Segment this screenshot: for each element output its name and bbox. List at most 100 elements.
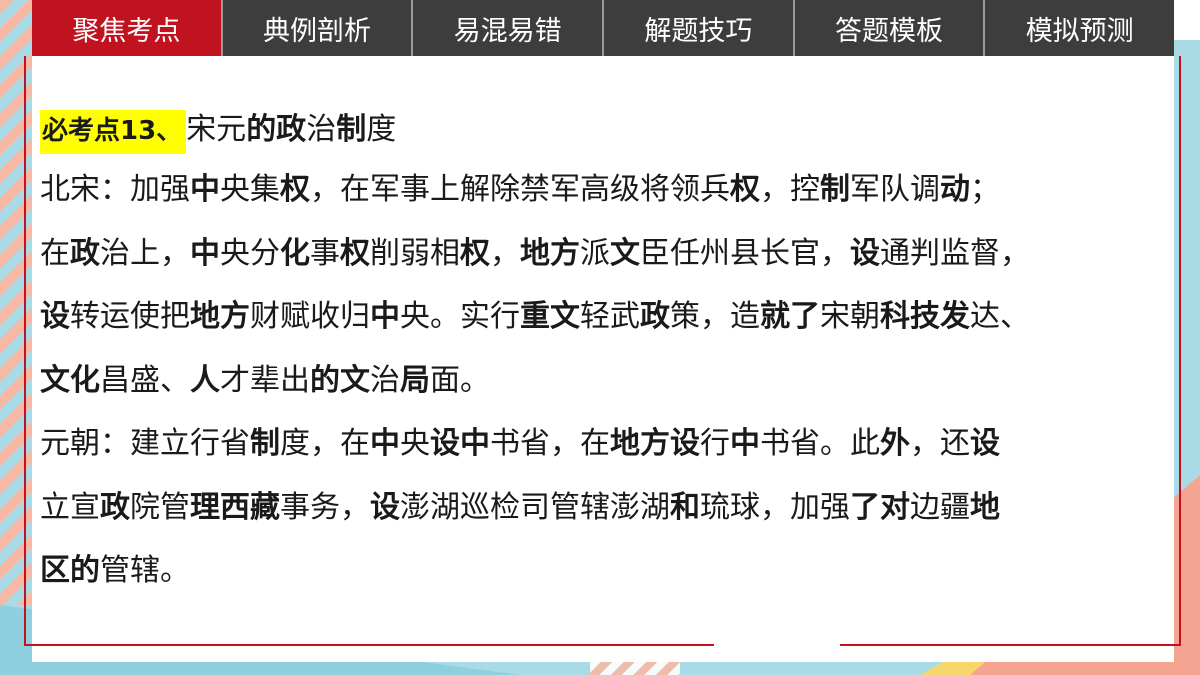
text-run: 财赋收归 (250, 299, 370, 334)
text-run: ，还 (910, 426, 970, 461)
text-run: 治上， (100, 235, 190, 271)
text-run: 中 (190, 172, 220, 207)
text-run: 设 (40, 299, 70, 334)
text-run: 管辖。 (100, 553, 190, 588)
tab-solving-tips[interactable]: 解题技巧 (604, 0, 795, 56)
text-run: 度，在 (280, 426, 370, 461)
text-run: 央分 (220, 235, 280, 271)
text-run: 文化 (40, 362, 100, 398)
text-run: 设中 (430, 426, 490, 461)
text-run: 文 (610, 235, 640, 271)
text-run: ； (970, 172, 1000, 207)
text-run: 院管 (130, 489, 190, 525)
text-run: 中 (370, 299, 400, 334)
text-run: ， (490, 235, 520, 271)
text-run: 澎湖巡检司管辖澎湖 (400, 489, 670, 525)
text-run: 政 (100, 489, 130, 525)
text-run: 地方 (190, 299, 250, 334)
text-run: 中 (370, 426, 400, 461)
text-run: 制 (250, 426, 280, 461)
heading-text: 宋元 (186, 112, 247, 147)
text-run: 政 (640, 299, 670, 334)
paragraph-line: 区的管辖。 (40, 539, 1170, 603)
text-run: 宋朝 (820, 299, 880, 334)
text-run: 在 (40, 235, 70, 271)
text-run: 政 (70, 235, 100, 271)
text-run: 地方 (520, 235, 580, 271)
text-run: 地 (970, 489, 1000, 525)
text-run: 科技发 (880, 299, 970, 334)
text-run: 和 (670, 489, 700, 525)
tab-common-mistakes[interactable]: 易混易错 (413, 0, 605, 56)
text-run: 轻武 (580, 299, 640, 334)
text-run: 权 (280, 172, 310, 207)
text-run: 了对 (850, 489, 910, 525)
paragraph-line: 在政治上，中央分化事权削弱相权，地方派文臣任州县长官，设通判监督， (40, 222, 1170, 286)
text-run: 局 (400, 362, 430, 398)
text-run: 治 (370, 362, 400, 398)
tab-focus-points[interactable]: 聚焦考点 (32, 0, 223, 56)
text-run: 区的 (40, 553, 100, 588)
text-run: 转运使把 (70, 299, 190, 334)
text-run: 事务， (280, 489, 370, 525)
text-run: 央集 (220, 172, 280, 207)
content-body: 必考点13、 宋元的政治制度 北宋：加强中央集权，在军事上解除禁军高级将领兵权，控… (40, 102, 1170, 603)
text-run: 化 (280, 235, 310, 271)
tab-answer-template[interactable]: 答题模板 (795, 0, 986, 56)
text-run: 面。 (430, 362, 490, 398)
text-run: 琉球，加强 (700, 489, 850, 525)
text-run: 央 (400, 426, 430, 461)
text-run: 事 (310, 235, 340, 271)
text-run: 设 (970, 426, 1000, 461)
text-run: 动 (940, 172, 970, 207)
text-run: 书省，在 (490, 426, 610, 461)
text-run: ，控 (760, 172, 820, 207)
text-run: ，在军事上解除禁军高级将领兵 (310, 172, 730, 207)
text-run: 设 (850, 235, 880, 271)
text-run: 派 (580, 235, 610, 271)
paragraph-line: 文化昌盛、人才辈出的文治局面。 (40, 349, 1170, 413)
heading-text: 治 (306, 112, 337, 147)
text-run: 才辈出 (220, 362, 310, 398)
text-run: 削弱相 (370, 235, 460, 271)
paragraph-line: 北宋：加强中央集权，在军事上解除禁军高级将领兵权，控制军队调动； (40, 158, 1170, 222)
text-run: 北宋：加强 (40, 172, 190, 207)
text-run: 人 (190, 362, 220, 398)
tab-bar: 聚焦考点 典例剖析 易混易错 解题技巧 答题模板 模拟预测 (32, 0, 1174, 56)
text-run: 策，造 (670, 299, 760, 334)
text-run: 臣任州县长官， (640, 235, 850, 271)
text-run: 边疆 (910, 489, 970, 525)
tab-example-analysis[interactable]: 典例剖析 (223, 0, 414, 56)
text-run: 就了 (760, 299, 820, 334)
text-run: 理西藏 (190, 489, 280, 525)
text-run: 外 (880, 426, 910, 461)
text-run: 立宣 (40, 489, 100, 525)
text-run: 权 (340, 235, 370, 271)
text-run: 权 (460, 235, 490, 271)
section-heading: 必考点13、 宋元的政治制度 (40, 102, 1170, 158)
text-run: 元朝：建立行省 (40, 426, 250, 461)
text-run: 地方设 (610, 426, 700, 461)
text-run: 的文 (310, 362, 370, 398)
paragraph-line: 设转运使把地方财赋收归中央。实行重文轻武政策，造就了宋朝科技发达、 (40, 285, 1170, 349)
text-run: 权 (730, 172, 760, 207)
text-run: 书省。此 (760, 426, 880, 461)
text-run: 重文 (520, 299, 580, 334)
text-run: 通判监督， (880, 235, 1030, 271)
text-run: 中 (190, 235, 220, 271)
text-run: 中 (730, 426, 760, 461)
text-run: 央。实行 (400, 299, 520, 334)
text-run: 行 (700, 426, 730, 461)
text-run: 军队调 (850, 172, 940, 207)
text-run: 达、 (970, 299, 1030, 334)
text-run: 昌盛、 (100, 362, 190, 398)
heading-text: 制 (336, 112, 367, 147)
heading-text: 的政 (246, 112, 307, 147)
paragraph-line: 元朝：建立行省制度，在中央设中书省，在地方设行中书省。此外，还设 (40, 412, 1170, 476)
paragraph-line: 立宣政院管理西藏事务，设澎湖巡检司管辖澎湖和琉球，加强了对边疆地 (40, 476, 1170, 540)
text-run: 制 (820, 172, 850, 207)
heading-text: 度 (366, 112, 397, 147)
text-run: 设 (370, 489, 400, 525)
highlighted-tag: 必考点13、 (40, 110, 187, 154)
tab-mock-prediction[interactable]: 模拟预测 (985, 0, 1174, 56)
